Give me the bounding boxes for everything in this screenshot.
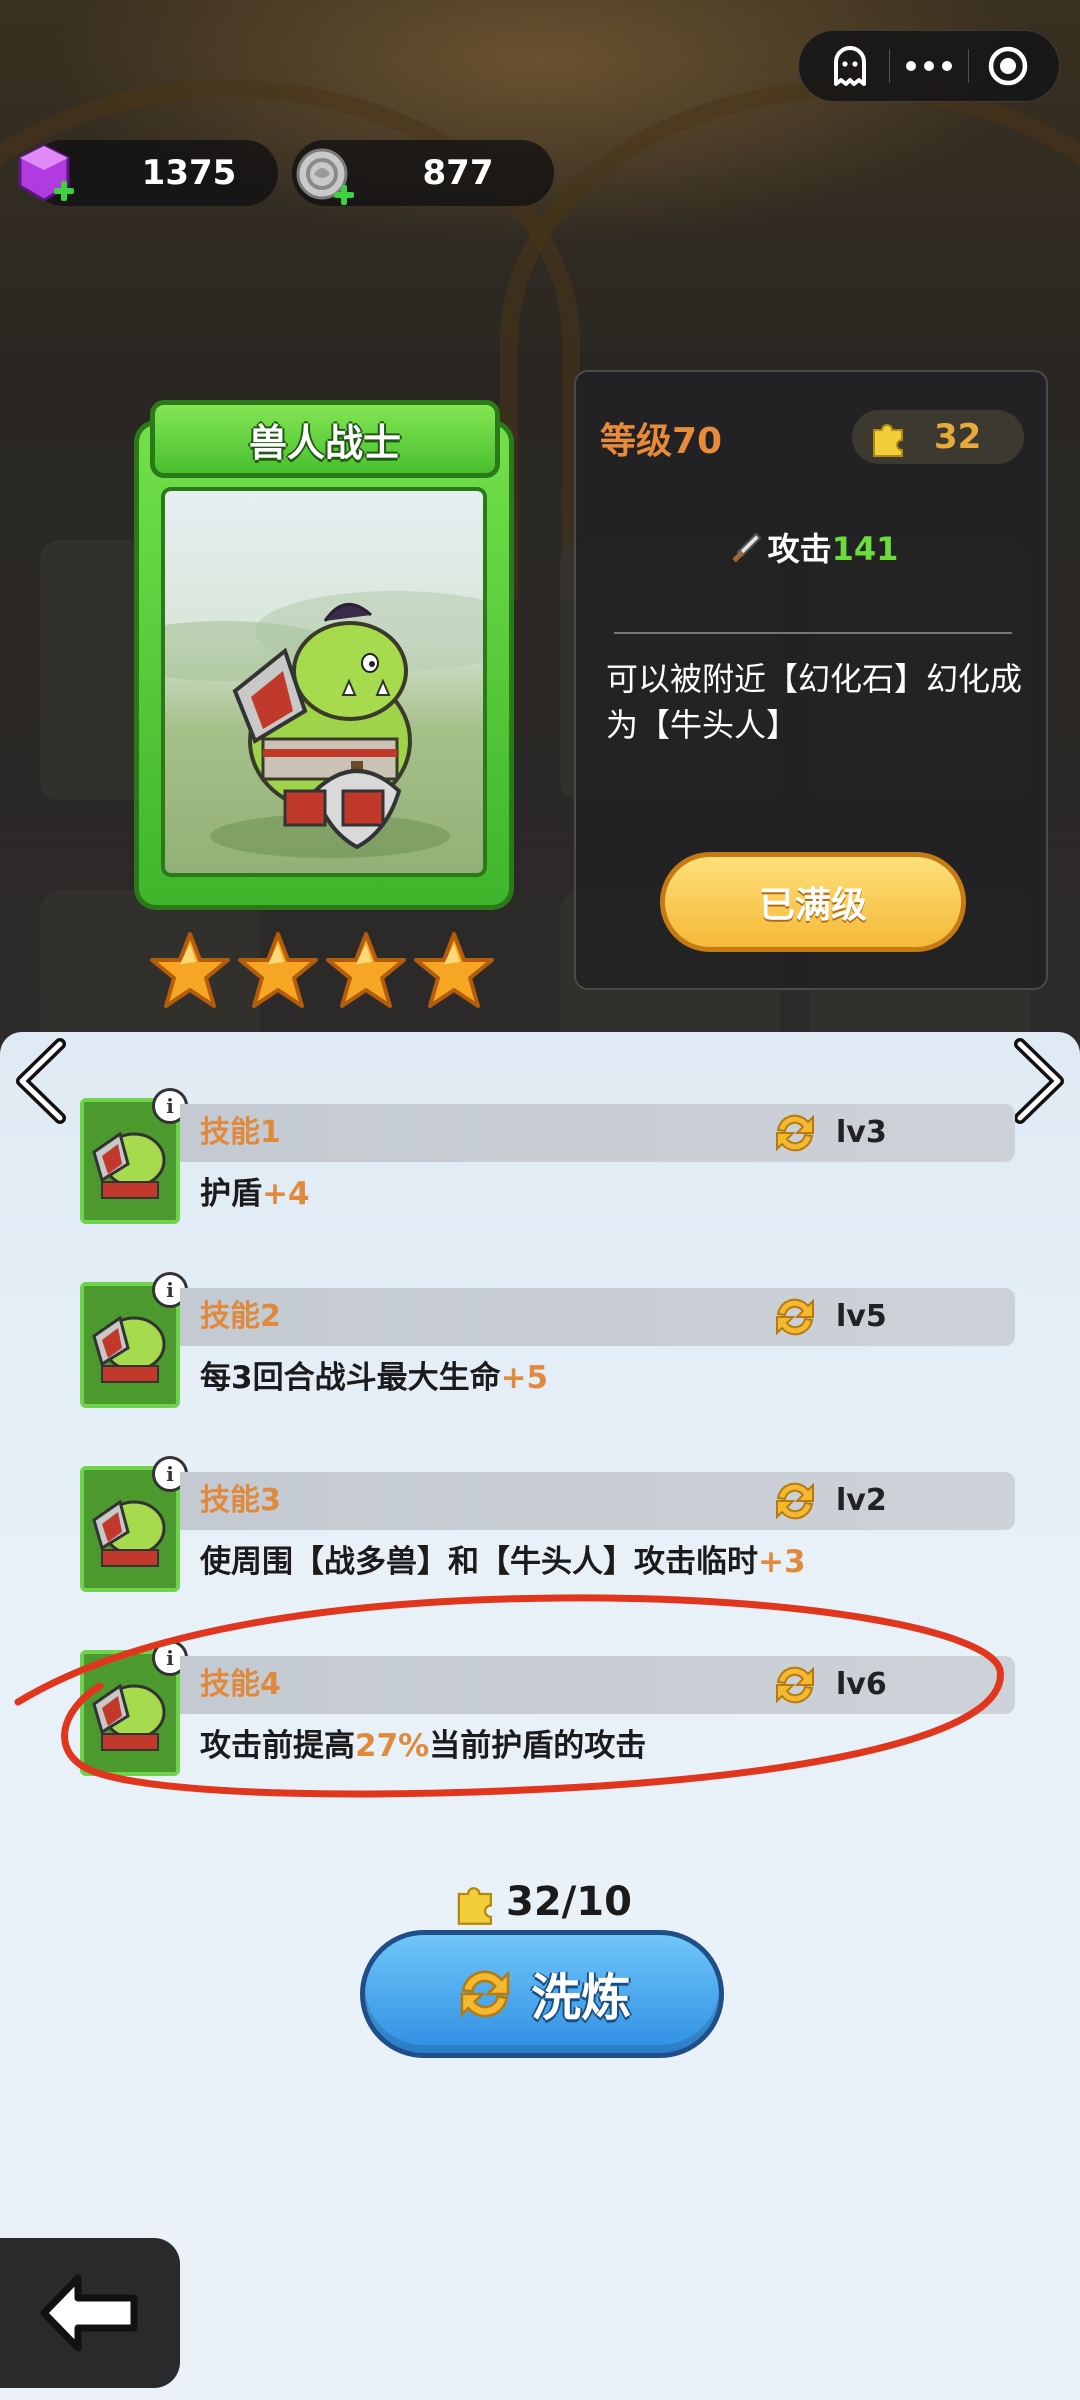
skill-row[interactable]: i 技能4 lv6 攻击前提高27%当前护盾的攻击 — [80, 1640, 1015, 1780]
skill-description: 护盾+4 — [200, 1176, 310, 1212]
puzzle-piece-icon — [457, 1887, 492, 1925]
puzzle-piece-icon — [873, 424, 903, 457]
refine-cost-value: 32/10 — [506, 1879, 632, 1925]
skill-header-bar — [180, 1656, 1015, 1714]
star-icon — [150, 932, 230, 1008]
target-icon[interactable] — [980, 38, 1036, 94]
skill-level: lv6 — [836, 1667, 887, 1702]
refresh-icon[interactable] — [770, 1292, 820, 1342]
silver-coin-icon[interactable] — [292, 142, 364, 214]
piece-counter: 32 — [852, 410, 1024, 464]
coin-count: 877 — [422, 153, 494, 193]
hero-level: 等级70 — [600, 421, 723, 462]
hero-description: 可以被附近【幻化石】幻化成为【牛头人】 — [606, 660, 1023, 744]
chevron-left-icon[interactable] — [10, 1036, 72, 1126]
attack-stat: 攻击141 — [576, 524, 1050, 570]
hero-star-rating — [150, 930, 500, 1010]
orc-warrior-illustration — [165, 591, 483, 858]
skill-name: 技能1 — [200, 1115, 281, 1150]
skill-description: 使周围【战多兽】和【牛头人】攻击临时+3 — [200, 1544, 806, 1580]
star-icon — [326, 932, 406, 1008]
ghost-icon[interactable] — [822, 38, 878, 94]
skill-name: 技能3 — [200, 1483, 281, 1518]
refine-button-label: 洗炼 — [531, 1969, 631, 2027]
skill-header-bar — [180, 1472, 1015, 1530]
skill-name: 技能2 — [200, 1299, 281, 1334]
refine-button[interactable]: 洗炼 — [360, 1930, 724, 2058]
refine-cost: 32/10 — [452, 1874, 632, 1930]
more-icon[interactable] — [901, 38, 957, 94]
divider — [614, 632, 1012, 634]
hero-portrait — [161, 487, 487, 877]
star-icon — [238, 932, 318, 1008]
skill-row[interactable]: i 技能2 lv5 每3回合战斗最大生命+5 — [80, 1272, 1015, 1412]
skill-level: lv3 — [836, 1115, 887, 1150]
gem-count: 1375 — [141, 153, 237, 193]
back-arrow-icon — [40, 2274, 138, 2352]
star-icon — [414, 932, 494, 1008]
skill-description: 每3回合战斗最大生命+5 — [200, 1360, 549, 1396]
hero-name-banner: 兽人战士 — [150, 400, 500, 478]
skill-name: 技能4 — [200, 1667, 281, 1702]
sword-icon — [731, 532, 762, 563]
refresh-icon[interactable] — [770, 1476, 820, 1526]
chevron-right-icon[interactable] — [1008, 1036, 1070, 1126]
refresh-icon[interactable] — [770, 1108, 820, 1158]
skill-header-bar — [180, 1288, 1015, 1346]
back-button[interactable] — [0, 2238, 180, 2388]
hero-card[interactable] — [134, 420, 514, 910]
skill-row[interactable]: i 技能1 lv3 护盾+4 — [80, 1088, 1015, 1228]
refresh-icon[interactable] — [770, 1660, 820, 1710]
attack-value: 141 — [831, 530, 899, 568]
hero-info-panel: 等级70 32 攻击141 可以被附近【幻化石】幻化成为【牛头人】 已满级 — [574, 370, 1048, 990]
skill-level: lv5 — [836, 1299, 887, 1334]
gem-icon[interactable] — [14, 142, 80, 208]
skill-level: lv2 — [836, 1483, 887, 1518]
miniprogram-capsule — [798, 30, 1060, 102]
skill-description: 攻击前提高27%当前护盾的攻击 — [200, 1728, 647, 1764]
attack-label: 攻击 — [767, 530, 832, 568]
skill-header-bar — [180, 1104, 1015, 1162]
skill-row[interactable]: i 技能3 lv2 使周围【战多兽】和【牛头人】攻击临时+3 — [80, 1456, 1015, 1596]
max-level-button[interactable]: 已满级 — [660, 852, 966, 952]
refresh-icon — [460, 1970, 510, 2018]
piece-count: 32 — [934, 417, 982, 457]
